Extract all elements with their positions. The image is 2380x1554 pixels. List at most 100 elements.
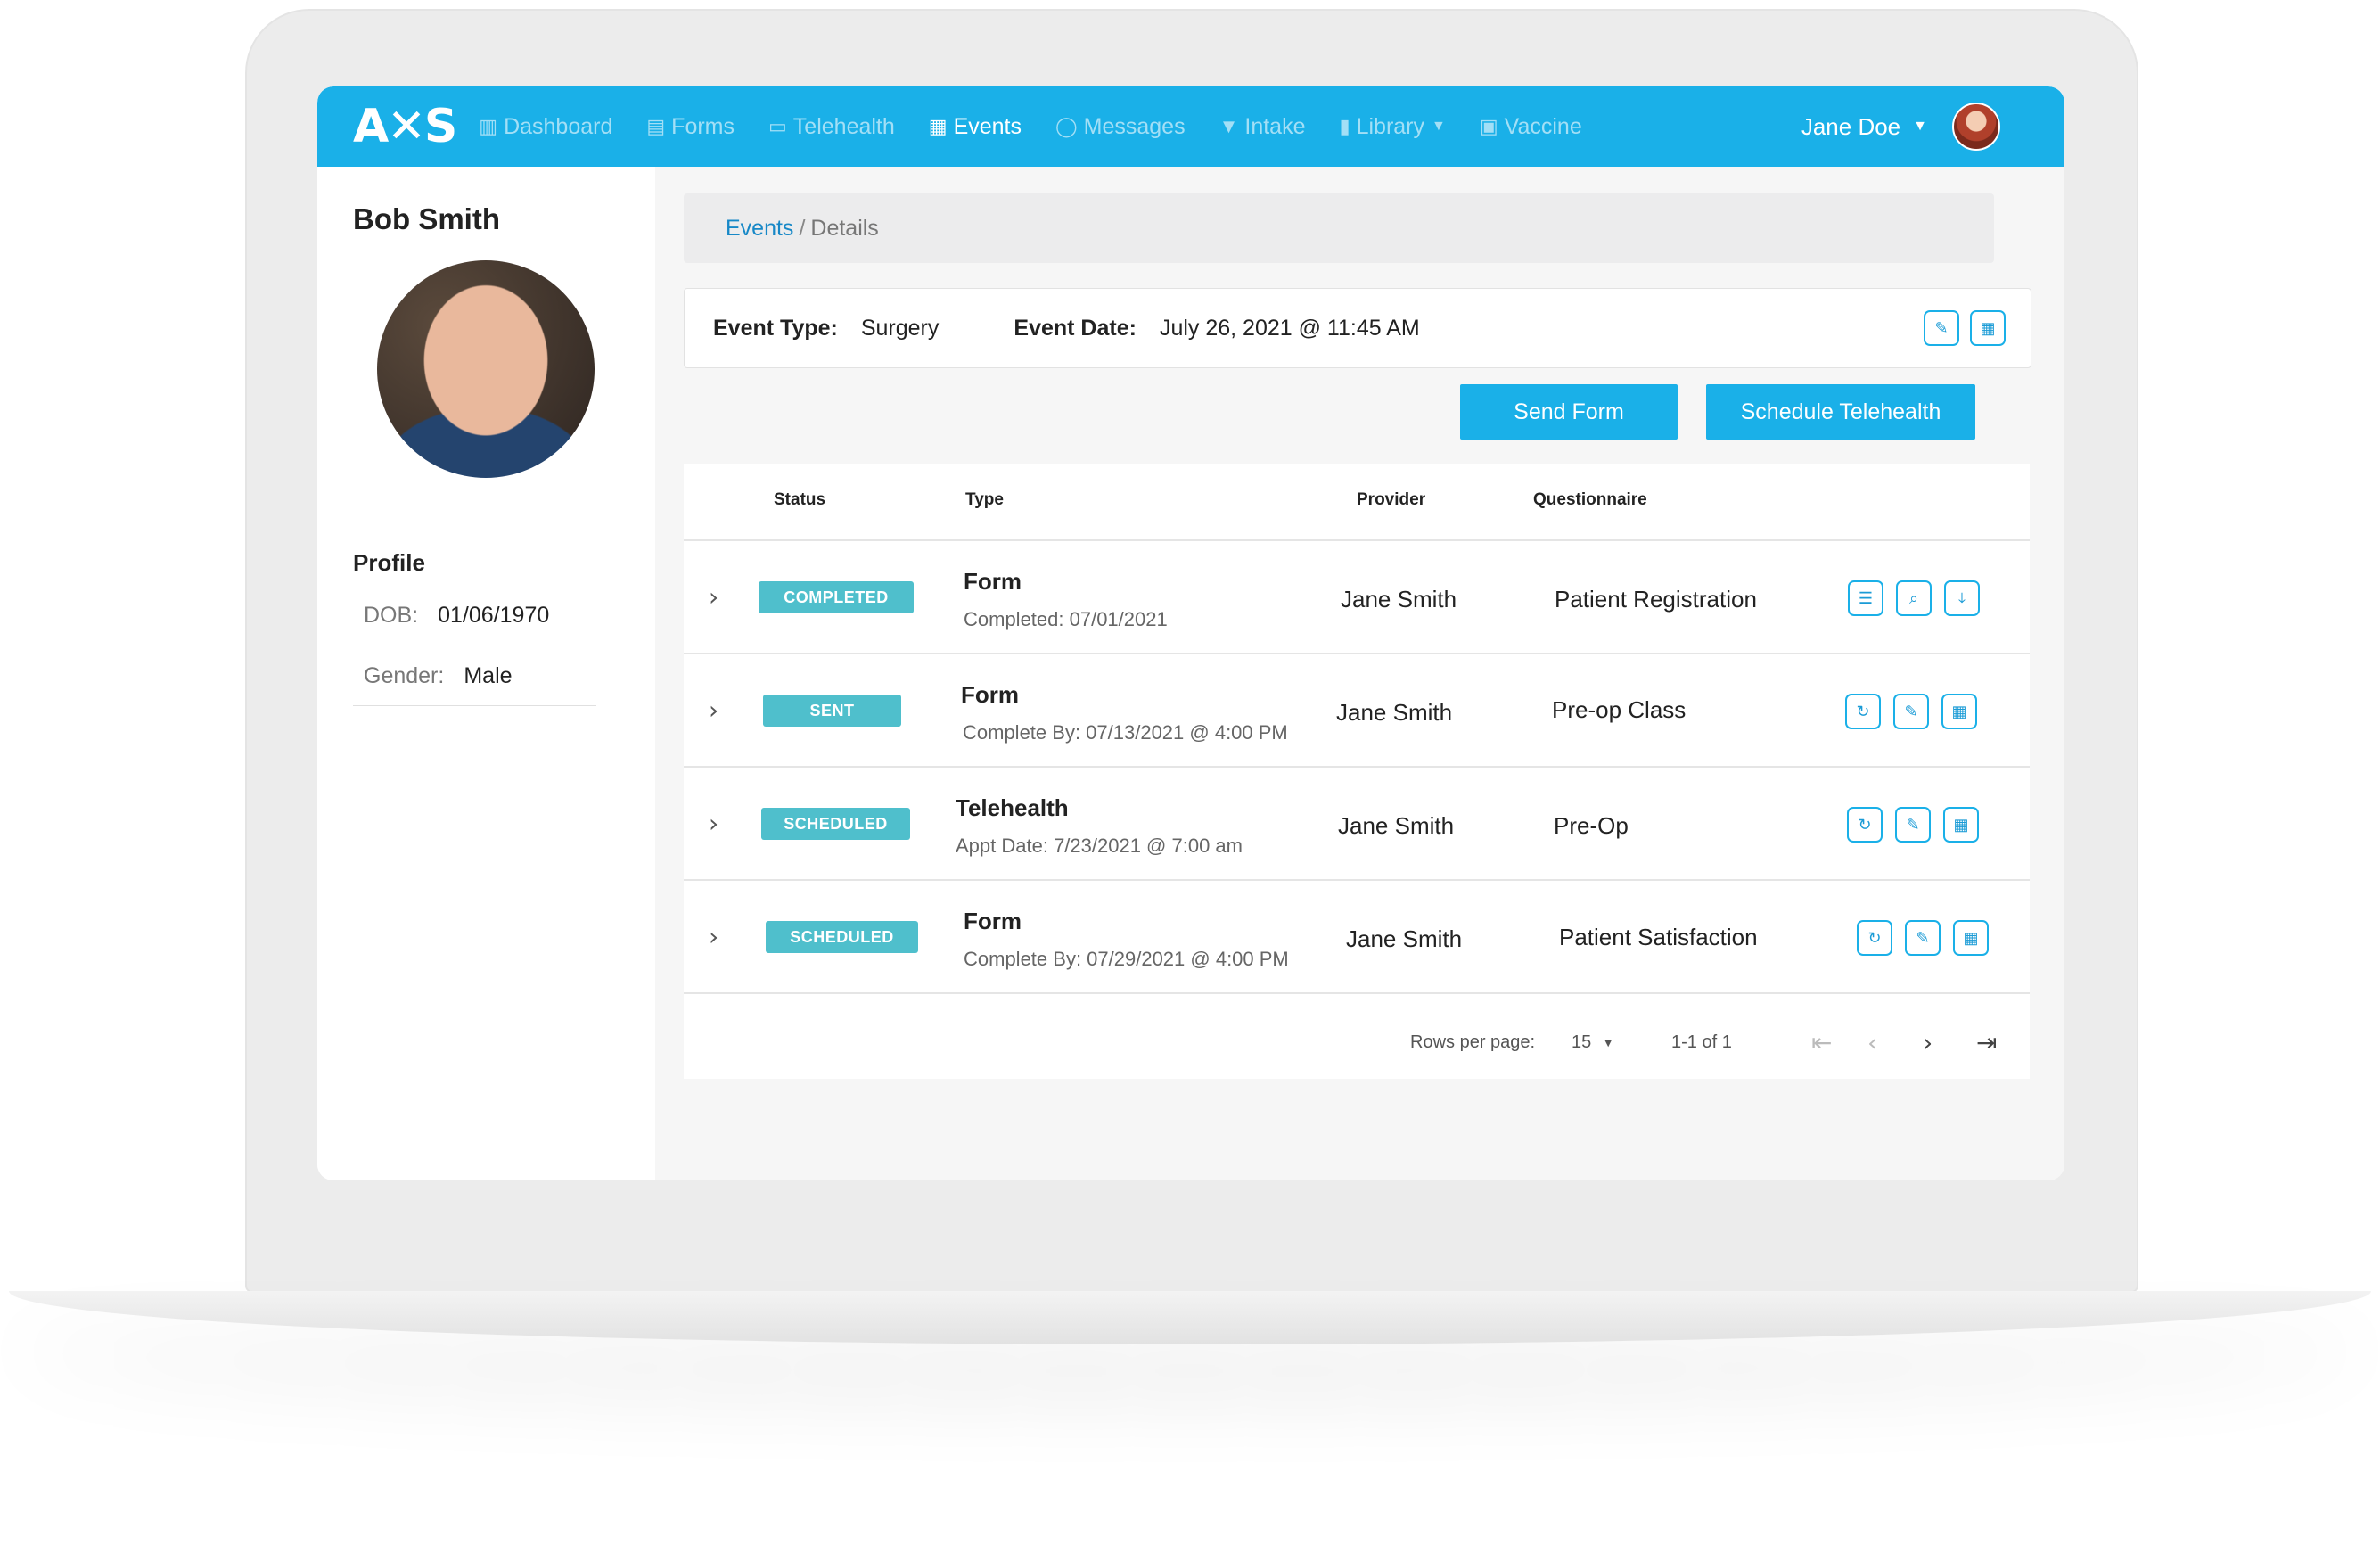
calendar-button[interactable]: ▦ — [1941, 694, 1977, 729]
top-navbar: A✕S ▥ Dashboard ▤ Forms ▭ Telehealth ▦ E… — [317, 86, 2064, 167]
status-badge: SCHEDULED — [761, 808, 910, 840]
next-page-icon[interactable]: › — [1923, 1028, 1933, 1057]
event-date-value: July 26, 2021 @ 11:45 AM — [1159, 315, 1420, 341]
gender-value: Male — [464, 662, 513, 688]
patient-photo — [377, 260, 595, 478]
edit-event-button[interactable]: ✎ — [1924, 310, 1959, 346]
row-type: Telehealth — [956, 794, 1069, 821]
app-screen: A✕S ▥ Dashboard ▤ Forms ▭ Telehealth ▦ E… — [317, 86, 2064, 1180]
download-button[interactable]: ⤓ — [1944, 580, 1980, 616]
nav-label: Messages — [1083, 113, 1186, 139]
row-subtitle: Appt Date: 7/23/2021 @ 7:00 am — [956, 835, 1243, 857]
table-row[interactable]: › SCHEDULED Telehealth Appt Date: 7/23/2… — [684, 768, 2030, 881]
row-subtitle: Completed: 07/01/2021 — [964, 608, 1168, 630]
rows-per-page-value: 15 — [1572, 1032, 1592, 1052]
edit-button[interactable]: ✎ — [1895, 807, 1931, 843]
view-response-button[interactable]: ⌕ — [1896, 580, 1932, 616]
edit-button[interactable]: ✎ — [1893, 694, 1929, 729]
download-icon: ⤓ — [1958, 588, 1966, 607]
breadcrumb-separator: / — [799, 215, 806, 241]
rows-per-page-label: Rows per page: — [1410, 1032, 1536, 1052]
nav-item-library[interactable]: ▮ Library ▼ — [1339, 114, 1445, 140]
nav-label: Forms — [671, 113, 735, 139]
row-questionnaire: Pre-op Class — [1552, 696, 1687, 723]
breadcrumb-current: Details — [810, 215, 879, 241]
event-calendar-button[interactable]: ▦ — [1970, 310, 2006, 346]
list-icon: ☰ — [1858, 588, 1874, 607]
calendar-button[interactable]: ▦ — [1943, 807, 1979, 843]
status-badge: SENT — [763, 695, 901, 727]
row-provider: Jane Smith — [1346, 925, 1463, 952]
last-page-icon[interactable]: ⇥ — [1976, 1028, 1997, 1057]
calendar-icon: ▦ — [1951, 702, 1967, 720]
nav-item-dashboard[interactable]: ▥ Dashboard — [479, 114, 612, 140]
prev-page-icon[interactable]: ‹ — [1867, 1028, 1877, 1057]
bar-chart-icon: ▥ — [479, 115, 498, 137]
event-summary-card: Event Type: Surgery Event Date: July 26,… — [684, 288, 2031, 368]
row-subtitle: Complete By: 07/13/2021 @ 4:00 PM — [963, 721, 1288, 744]
edit-icon: ✎ — [1916, 928, 1930, 947]
chat-icon: ◯ — [1055, 115, 1078, 137]
user-menu[interactable]: Jane Doe ▼ — [1801, 86, 2000, 167]
table-row[interactable]: › COMPLETED Form Completed: 07/01/2021 J… — [684, 541, 2030, 654]
header-status[interactable]: Status — [774, 490, 825, 510]
nav-item-events[interactable]: ▦ Events — [929, 114, 1022, 140]
event-date-label: Event Date: — [1014, 315, 1137, 341]
resend-button[interactable]: ↻ — [1847, 807, 1883, 843]
edit-icon: ✎ — [1906, 815, 1920, 834]
calendar-icon: ▦ — [1953, 815, 1969, 834]
edit-button[interactable]: ✎ — [1905, 920, 1941, 956]
row-provider: Jane Smith — [1336, 699, 1453, 726]
app-logo[interactable]: A✕S — [353, 100, 457, 153]
caret-down-icon: ▼ — [1602, 1035, 1615, 1049]
calendar-icon: ▦ — [928, 115, 948, 137]
breadcrumb-events-link[interactable]: Events — [726, 216, 793, 242]
schedule-telehealth-button[interactable]: Schedule Telehealth — [1706, 384, 1975, 440]
nav-label: Telehealth — [792, 113, 895, 139]
chevron-right-icon[interactable]: › — [709, 809, 718, 838]
search-doc-icon: ⌕ — [1908, 588, 1919, 607]
row-questionnaire: Patient Satisfaction — [1559, 924, 1758, 950]
user-avatar[interactable] — [1952, 103, 2000, 151]
row-actions: ↻ ✎ ▦ — [1847, 807, 1979, 843]
row-provider: Jane Smith — [1341, 586, 1457, 613]
chevron-right-icon[interactable]: › — [709, 695, 718, 725]
row-type: Form — [964, 568, 1022, 595]
document-icon: ▤ — [646, 115, 666, 137]
header-type[interactable]: Type — [965, 490, 1004, 510]
dob-value: 01/06/1970 — [438, 602, 550, 628]
chevron-right-icon[interactable]: › — [709, 922, 718, 951]
nav-item-telehealth[interactable]: ▭ Telehealth — [768, 114, 895, 140]
view-list-button[interactable]: ☰ — [1848, 580, 1883, 616]
table-row[interactable]: › SCHEDULED Form Complete By: 07/29/2021… — [684, 881, 2030, 994]
edit-icon: ✎ — [1934, 318, 1949, 337]
nav-items: ▥ Dashboard ▤ Forms ▭ Telehealth ▦ Event… — [479, 114, 1615, 140]
resend-button[interactable]: ↻ — [1845, 694, 1881, 729]
main-area: Events / Details Event Type: Surgery Eve… — [655, 167, 2064, 1180]
calendar-button[interactable]: ▦ — [1953, 920, 1989, 956]
rows-per-page-select[interactable]: 15 ▼ — [1572, 1032, 1614, 1053]
nav-label: Dashboard — [504, 113, 613, 139]
row-type: Form — [964, 908, 1022, 934]
header-provider[interactable]: Provider — [1357, 490, 1425, 510]
nav-label: Vaccine — [1504, 113, 1582, 139]
event-type-value: Surgery — [860, 315, 940, 341]
chevron-right-icon[interactable]: › — [709, 582, 718, 612]
resend-icon: ↻ — [1867, 928, 1882, 947]
edit-icon: ✎ — [1904, 702, 1918, 720]
nav-item-vaccine[interactable]: ▣ Vaccine — [1480, 114, 1582, 140]
row-actions: ↻ ✎ ▦ — [1845, 694, 1977, 729]
send-form-button[interactable]: Send Form — [1460, 384, 1678, 440]
nav-item-intake[interactable]: ▼ Intake — [1219, 114, 1306, 140]
nav-item-messages[interactable]: ◯ Messages — [1055, 114, 1186, 140]
profile-heading: Profile — [353, 549, 425, 576]
filter-icon: ▼ — [1219, 115, 1239, 137]
profile-row-dob: DOB: 01/06/1970 — [353, 586, 596, 645]
resend-button[interactable]: ↻ — [1857, 920, 1892, 956]
nav-item-forms[interactable]: ▤ Forms — [646, 114, 735, 140]
first-page-icon[interactable]: ⇤ — [1811, 1028, 1832, 1057]
caret-down-icon: ▼ — [1432, 119, 1446, 134]
table-row[interactable]: › SENT Form Complete By: 07/13/2021 @ 4:… — [684, 654, 2030, 768]
header-questionnaire[interactable]: Questionnaire — [1533, 490, 1647, 510]
status-badge: COMPLETED — [759, 581, 914, 613]
